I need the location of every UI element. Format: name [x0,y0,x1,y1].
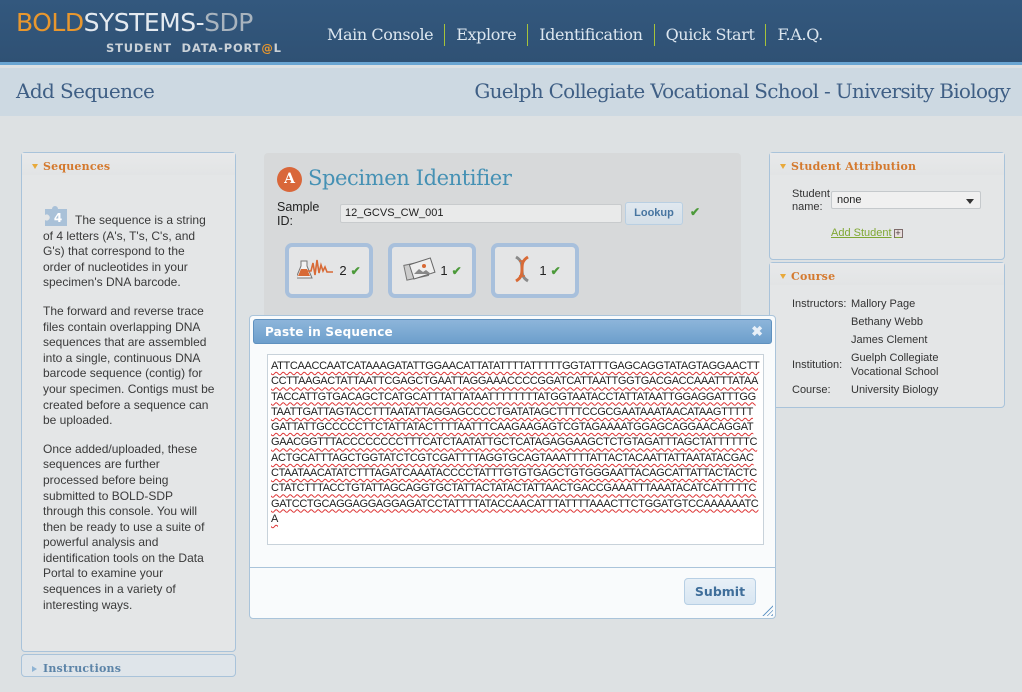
sequence-check-icon: ✔ [550,263,561,278]
svg-text:4: 4 [54,211,62,225]
institution-label: Institution: [792,359,843,371]
sample-id-input[interactable]: 12_GCVS_CW_001 [340,204,622,223]
instructions-panel-title: Instructions [43,662,122,675]
course-label: Course: [792,384,831,396]
sequences-paragraph-1: 4 The sequence is a string of 4 letters (… [43,201,215,291]
instructor-name: Bethany Webb [851,316,923,328]
sequence-tile[interactable]: 1 ✔ [491,243,579,298]
instructors-label: Instructors: [792,298,847,310]
dropdown-caret-icon [966,199,974,204]
logo-subtitle: STUDENT DATA-PORT@L [106,41,282,55]
nav-explore[interactable]: Explore [444,24,527,46]
specimen-identifier-section: A Specimen Identifier Sample ID: 12_GCVS_… [264,153,741,321]
trace-file-icon [295,257,335,284]
instructor-name: James Clement [851,334,928,346]
sequence-textarea[interactable]: ATTCAACCAATCATAAAGATATTGGAACATTATATTTTAT… [267,354,764,545]
sequences-panel: Sequences 4 The sequence is a string of 4… [21,152,236,652]
instructor-name: Mallory Page [851,298,916,310]
instructions-panel[interactable]: Instructions [21,654,236,677]
trace-check-icon: ✔ [350,263,361,278]
course-details: Instructors: Mallory Page Bethany Webb Ja… [792,297,971,401]
collapse-triangle-icon [32,164,38,169]
top-header: BOLDSYSTEMS-SDP STUDENT DATA-PORT@L Main… [0,0,1022,65]
student-attribution-title: Student Attribution [791,160,917,173]
dialog-divider [250,567,775,568]
lookup-button[interactable]: Lookup [625,202,683,225]
sample-id-label: Sample ID: [277,200,320,228]
puzzle-step-icon: 4 [43,201,71,227]
images-count: 1 [440,263,448,278]
dna-icon [509,255,535,286]
paste-sequence-dialog: Paste in Sequence ✖ ATTCAACCAATCATAAAGAT… [249,315,776,619]
student-name-label: Student name: [792,188,830,213]
trace-files-tile[interactable]: 2 ✔ [285,243,373,298]
submit-button[interactable]: Submit [684,578,756,605]
sequences-paragraph-3: Once added/uploaded, these sequences are… [43,441,205,612]
student-attribution-header[interactable]: Student Attribution [770,153,1004,175]
page-title: Add Sequence [16,79,155,103]
resize-handle-icon[interactable] [762,605,773,616]
dialog-title: Paste in Sequence [265,325,393,339]
logo-sdp-text: SDP [204,8,253,37]
sequence-count: 1 [539,263,547,278]
student-name-select[interactable]: none [831,191,981,209]
collapse-triangle-icon [780,164,786,169]
images-check-icon: ✔ [451,263,462,278]
nav-main-console[interactable]: Main Console [316,24,444,46]
close-icon[interactable]: ✖ [751,323,763,340]
plus-icon: + [893,227,903,238]
nav-faq[interactable]: F.A.Q. [765,24,833,46]
lookup-check-icon: ✔ [690,205,701,219]
add-student-link[interactable]: Add Student + [831,227,903,239]
images-icon [402,257,436,284]
images-tile[interactable]: 1 ✔ [388,243,476,298]
sequences-panel-title: Sequences [43,160,111,173]
main-nav: Main Console Explore Identification Quic… [316,24,834,46]
expand-triangle-icon [32,665,37,672]
course-panel-header[interactable]: Course [770,263,1004,285]
institution-value: Guelph Collegiate Vocational School [851,352,939,378]
sub-header: Add Sequence Guelph Collegiate Vocationa… [0,68,1022,116]
sequences-paragraph-2: The forward and reverse trace files cont… [43,303,215,428]
dialog-titlebar[interactable]: Paste in Sequence ✖ [253,319,772,344]
course-panel-title: Course [791,270,836,283]
step-a-badge: A [277,167,302,192]
specimen-title: Specimen Identifier [308,166,512,190]
nav-identification[interactable]: Identification [527,24,653,46]
course-title: Guelph Collegiate Vocational School - Un… [474,79,1010,103]
trace-count: 2 [339,263,347,278]
logo-systems-text: SYSTEMS- [83,8,205,37]
boldsystems-logo[interactable]: BOLDSYSTEMS-SDP STUDENT DATA-PORT@L [16,8,281,55]
nav-quick-start[interactable]: Quick Start [653,24,766,46]
collapse-triangle-icon [780,274,786,279]
student-attribution-panel: Student Attribution Student name: none Ad… [769,152,1005,260]
course-panel: Course Instructors: Mallory Page Bethany … [769,262,1005,408]
logo-bold-text: BOLD [16,8,84,37]
course-value: University Biology [851,384,939,396]
sequences-panel-header[interactable]: Sequences [22,153,235,175]
